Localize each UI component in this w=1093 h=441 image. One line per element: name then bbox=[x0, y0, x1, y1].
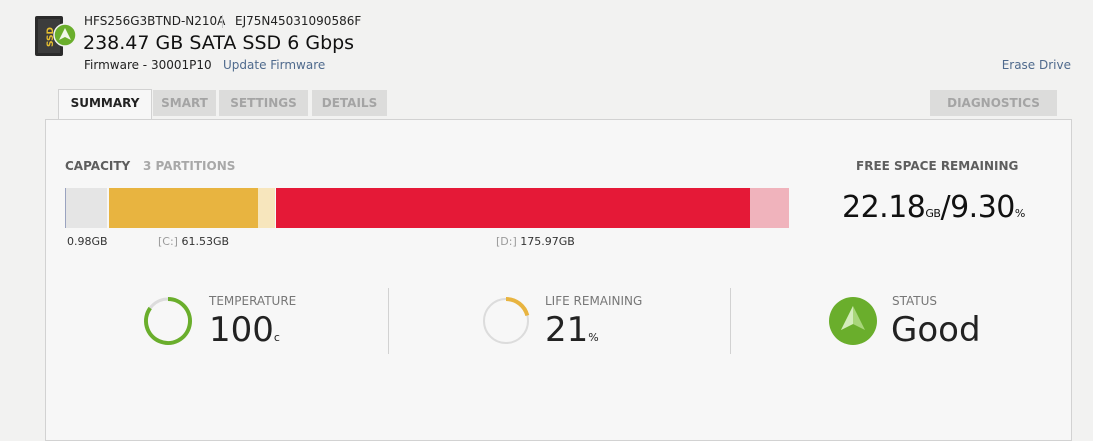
partition-c-free[interactable] bbox=[258, 188, 275, 228]
temperature-gauge bbox=[144, 297, 192, 345]
tab-settings[interactable]: SETTINGS bbox=[219, 90, 308, 116]
partition-d-free[interactable] bbox=[750, 188, 789, 228]
partition-c-used[interactable] bbox=[109, 188, 258, 228]
temperature-value: 100c bbox=[209, 310, 280, 350]
drive-model: HFS256G3BTND-N210A bbox=[84, 14, 226, 28]
partition-0-segment[interactable] bbox=[66, 188, 107, 228]
tab-details[interactable]: DETAILS bbox=[312, 90, 387, 116]
divider bbox=[730, 288, 731, 354]
drive-icon: SSD bbox=[35, 16, 77, 58]
status-value: Good bbox=[891, 310, 981, 350]
header-separator bbox=[222, 15, 223, 28]
partition-0-size: 0.98GB bbox=[67, 235, 108, 248]
tab-summary[interactable]: SUMMARY bbox=[58, 89, 152, 120]
partition-d-used[interactable] bbox=[276, 188, 750, 228]
partitions-count: 3 PARTITIONS bbox=[143, 159, 236, 173]
capacity-label: CAPACITY bbox=[65, 159, 131, 173]
free-space-value: 22.18GB/9.30% bbox=[842, 190, 1025, 225]
temperature-label: TEMPERATURE bbox=[209, 294, 297, 308]
status-good-icon bbox=[829, 297, 877, 345]
free-space-label: FREE SPACE REMAINING bbox=[856, 159, 1019, 173]
life-remaining-label: LIFE REMAINING bbox=[545, 294, 643, 308]
life-gauge bbox=[483, 297, 530, 344]
tab-smart[interactable]: SMART bbox=[153, 90, 216, 116]
drive-title: 238.47 GB SATA SSD 6 Gbps bbox=[83, 32, 355, 54]
partition-d-size: [D:] 175.97GB bbox=[496, 235, 575, 248]
partition-c-size: [C:] 61.53GB bbox=[158, 235, 230, 248]
life-remaining-value: 21% bbox=[545, 310, 599, 350]
divider bbox=[388, 288, 389, 354]
firmware-version: Firmware - 30001P10 bbox=[84, 58, 212, 72]
tab-diagnostics[interactable]: DIAGNOSTICS bbox=[930, 90, 1057, 116]
erase-drive-link[interactable]: Erase Drive bbox=[1002, 58, 1071, 72]
capacity-bar bbox=[65, 188, 789, 228]
status-label: STATUS bbox=[892, 294, 938, 308]
drive-serial: EJ75N45031090586F bbox=[235, 14, 362, 28]
update-firmware-link[interactable]: Update Firmware bbox=[223, 58, 325, 72]
